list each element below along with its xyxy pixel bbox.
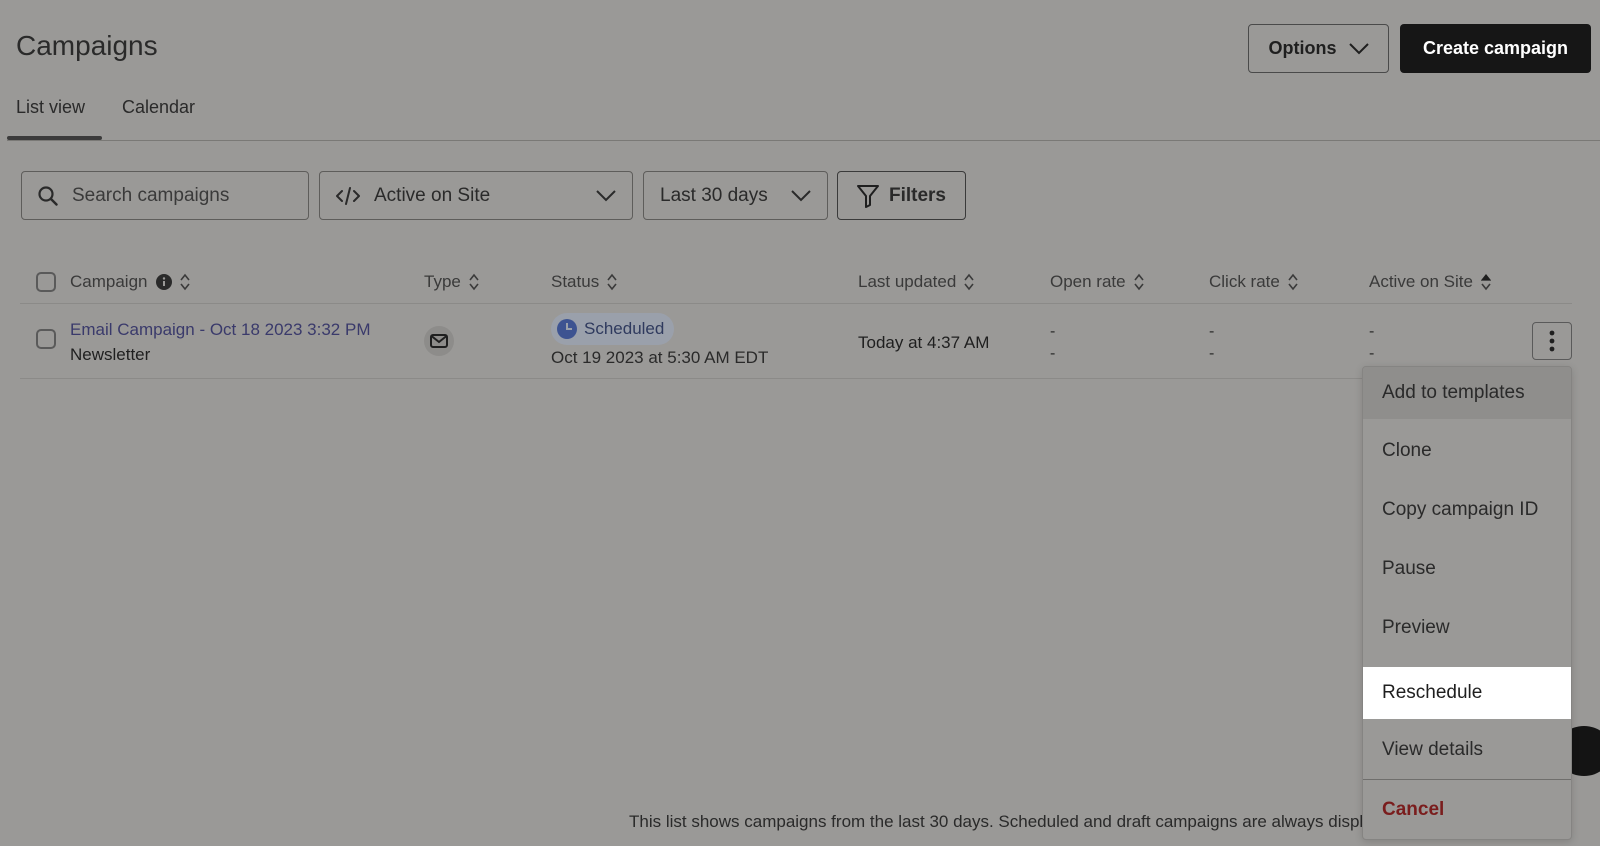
filters-button-label: Filters (888, 184, 947, 206)
sort-icon (964, 273, 974, 291)
menu-item-pause[interactable]: Pause (1363, 543, 1571, 595)
row-actions-menu: Add to templates Clone Copy campaign ID … (1362, 366, 1572, 840)
campaign-name-link[interactable]: Email Campaign - Oct 18 2023 3:32 PM (70, 320, 370, 340)
column-header-last-updated[interactable]: Last updated (858, 272, 974, 292)
column-header-campaign[interactable]: Campaign (70, 272, 190, 292)
date-range-value: Last 30 days (660, 184, 768, 206)
row-actions-button[interactable] (1532, 322, 1572, 360)
menu-item-clone[interactable]: Clone (1363, 425, 1571, 477)
clock-icon (557, 319, 577, 339)
options-button[interactable]: Options (1248, 24, 1389, 73)
column-label: Status (551, 272, 600, 291)
date-range-select[interactable]: Last 30 days (643, 171, 828, 220)
menu-divider (1363, 779, 1571, 780)
column-label: Campaign (70, 272, 148, 291)
sort-icon (469, 273, 479, 291)
status-label: Scheduled (584, 319, 665, 338)
campaign-subtitle: Newsletter (70, 345, 151, 364)
menu-item-preview[interactable]: Preview (1363, 602, 1571, 654)
open-rate-value: - (1050, 323, 1056, 340)
envelope-icon (430, 334, 448, 348)
column-label: Active on Site (1369, 272, 1473, 291)
last-updated-value: Today at 4:37 AM (858, 333, 990, 352)
sort-desc-icon (1480, 274, 1491, 291)
row-checkbox[interactable] (36, 329, 56, 349)
page-title: Campaigns (16, 30, 158, 61)
tab-calendar[interactable]: Calendar (122, 97, 195, 118)
create-campaign-button[interactable]: Create campaign (1400, 24, 1591, 73)
chevron-down-icon (596, 189, 616, 201)
chevron-down-icon (1348, 42, 1369, 54)
click-rate-secondary: - (1209, 345, 1215, 362)
menu-item-cancel[interactable]: Cancel (1363, 784, 1571, 836)
column-label: Open rate (1050, 272, 1126, 291)
tabs-divider (7, 140, 1600, 141)
status-date: Oct 19 2023 at 5:30 AM EDT (551, 348, 769, 367)
sort-icon (607, 273, 617, 291)
menu-item-add-to-templates[interactable]: Add to templates (1363, 367, 1571, 419)
chevron-down-icon (791, 189, 811, 201)
click-rate-value: - (1209, 323, 1215, 340)
active-on-site-secondary: - (1369, 345, 1375, 362)
tab-list-view[interactable]: List view (16, 97, 85, 118)
view-select[interactable]: Active on Site (319, 171, 633, 220)
search-placeholder: Search campaigns (72, 184, 230, 206)
type-badge (424, 326, 454, 356)
column-header-open-rate[interactable]: Open rate (1050, 272, 1144, 292)
info-icon (155, 274, 172, 290)
column-header-click-rate[interactable]: Click rate (1209, 272, 1298, 292)
menu-item-copy-campaign-id[interactable]: Copy campaign ID (1363, 484, 1571, 536)
search-icon (38, 185, 58, 206)
column-header-status[interactable]: Status (551, 272, 617, 292)
view-select-value: Active on Site (374, 184, 491, 206)
column-label: Click rate (1209, 272, 1280, 291)
open-rate-secondary: - (1050, 345, 1056, 362)
active-on-site-value: - (1369, 323, 1375, 340)
column-label: Type (424, 272, 461, 291)
menu-item-view-details[interactable]: View details (1363, 724, 1571, 776)
more-vertical-icon (1549, 330, 1555, 352)
filter-icon (856, 184, 879, 208)
status-badge: Scheduled (551, 313, 675, 345)
filters-button[interactable]: Filters (837, 171, 966, 220)
column-header-active-on-site[interactable]: Active on Site (1369, 272, 1491, 292)
options-button-label: Options (1268, 38, 1337, 58)
table-divider (20, 378, 1572, 379)
footer-note: This list shows campaigns from the last … (629, 812, 1373, 831)
sort-icon (1133, 273, 1144, 291)
column-header-type[interactable]: Type (424, 272, 479, 292)
select-all-checkbox[interactable] (36, 272, 56, 292)
code-icon (336, 186, 360, 205)
sort-icon (179, 273, 190, 291)
search-input[interactable]: Search campaigns (21, 171, 309, 220)
menu-item-reschedule[interactable]: Reschedule (1363, 667, 1571, 719)
column-label: Last updated (858, 272, 957, 291)
table-divider (20, 303, 1572, 304)
sort-icon (1288, 273, 1298, 291)
